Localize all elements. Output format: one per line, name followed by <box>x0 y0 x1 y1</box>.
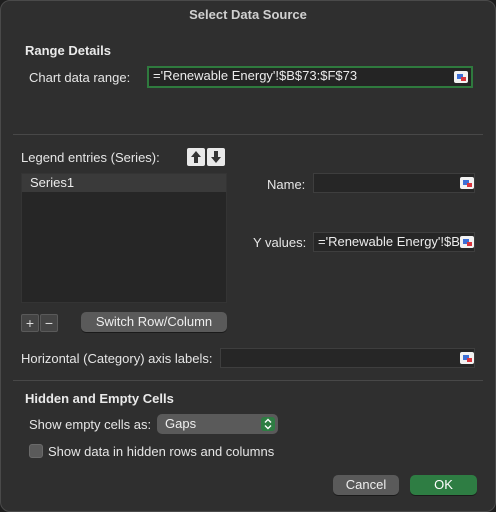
move-up-button[interactable] <box>187 148 205 166</box>
axis-selector-icon[interactable] <box>460 352 474 364</box>
y-values-value: ='Renewable Energy'!$B <box>318 234 460 249</box>
add-series-button[interactable]: + <box>21 314 39 332</box>
chart-data-range-label: Chart data range: <box>29 70 131 85</box>
range-selector-icon[interactable] <box>454 71 468 83</box>
dialog-title: Select Data Source <box>189 7 307 22</box>
series-list-item[interactable]: Series1 <box>22 174 226 192</box>
y-values-field[interactable]: ='Renewable Energy'!$B <box>313 232 475 252</box>
axis-labels-label: Horizontal (Category) axis labels: <box>21 351 213 366</box>
divider-top <box>13 134 483 135</box>
empty-cells-label: Show empty cells as: <box>29 417 152 432</box>
move-down-button[interactable] <box>207 148 225 166</box>
empty-cells-select[interactable]: Gaps <box>157 414 278 434</box>
cancel-button[interactable]: Cancel <box>333 475 399 495</box>
hidden-empty-heading: Hidden and Empty Cells <box>25 391 174 406</box>
series-name-label: Name: <box>267 177 306 192</box>
switch-row-column-button[interactable]: Switch Row/Column <box>81 312 227 332</box>
arrow-up-icon <box>191 151 201 163</box>
hidden-data-checkbox[interactable] <box>29 444 43 458</box>
chart-data-range-field[interactable]: ='Renewable Energy'!$B$73:$F$73 <box>147 66 473 88</box>
y-values-selector-icon[interactable] <box>460 236 474 248</box>
chevron-updown-icon <box>261 417 275 431</box>
divider-bottom <box>13 380 483 381</box>
empty-cells-value: Gaps <box>165 416 197 431</box>
axis-labels-field[interactable] <box>220 348 475 368</box>
arrow-down-icon <box>211 151 221 163</box>
remove-series-button[interactable]: − <box>40 314 58 332</box>
ok-button[interactable]: OK <box>410 475 477 495</box>
hidden-data-label: Show data in hidden rows and columns <box>48 444 275 459</box>
name-selector-icon[interactable] <box>460 177 474 189</box>
select-data-source-dialog: Select Data Source Range Details Chart d… <box>0 0 496 512</box>
series-list[interactable]: Series1 <box>21 173 227 303</box>
chart-data-range-value: ='Renewable Energy'!$B$73:$F$73 <box>153 68 358 83</box>
y-values-label: Y values: <box>253 235 307 250</box>
range-details-heading: Range Details <box>25 43 111 58</box>
legend-entries-label: Legend entries (Series): <box>21 150 160 165</box>
series-name-field[interactable] <box>313 173 475 193</box>
